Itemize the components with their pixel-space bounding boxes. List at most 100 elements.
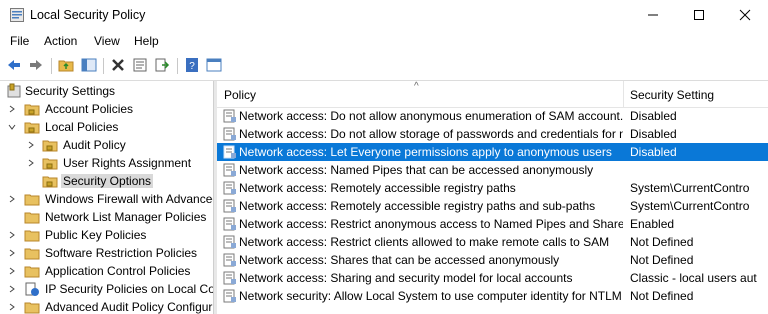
policy-row[interactable]: Network access: Named Pipes that can be … bbox=[217, 161, 768, 179]
chevron-right-icon[interactable] bbox=[26, 137, 36, 153]
title-bar: Local Security Policy bbox=[0, 0, 768, 30]
tree-item-advanced-audit-policy[interactable]: Advanced Audit Policy Configur bbox=[0, 298, 213, 314]
tree-item-security-settings[interactable]: Security Settings bbox=[0, 82, 213, 100]
policy-setting: Disabled bbox=[630, 127, 677, 141]
folder-icon bbox=[24, 230, 40, 242]
folder-icon bbox=[24, 266, 40, 278]
help-button[interactable]: ? bbox=[183, 56, 201, 74]
policy-setting: Not Defined bbox=[630, 289, 694, 303]
tree-item-account-policies[interactable]: Account Policies bbox=[0, 100, 213, 118]
tree-item-security-options[interactable]: Security Options bbox=[0, 172, 213, 190]
policy-icon bbox=[223, 217, 236, 231]
policy-row[interactable]: Network access: Sharing and security mod… bbox=[217, 269, 768, 287]
chevron-right-icon[interactable] bbox=[7, 245, 17, 261]
console-tree-icon bbox=[81, 58, 97, 72]
menu-file[interactable]: File bbox=[10, 34, 29, 48]
folder-lock-icon bbox=[24, 104, 40, 116]
folder-lock-icon bbox=[42, 176, 58, 188]
tree-item-label: Software Restriction Policies bbox=[45, 246, 198, 260]
export-list-icon bbox=[155, 58, 170, 72]
tree-item-label: Advanced Audit Policy Configur bbox=[45, 300, 213, 314]
policy-icon bbox=[223, 253, 236, 267]
maximize-icon bbox=[694, 10, 704, 20]
window-title: Local Security Policy bbox=[30, 8, 146, 22]
forward-button[interactable] bbox=[27, 56, 45, 74]
chevron-right-icon[interactable] bbox=[7, 191, 17, 207]
security-policy-app-icon bbox=[10, 8, 24, 22]
policy-setting: System\CurrentContro bbox=[630, 199, 750, 213]
policy-list: ^ Policy Security Setting Network access… bbox=[217, 81, 768, 314]
tree-item-label: User Rights Assignment bbox=[63, 156, 192, 170]
tree-item-ip-security-policies[interactable]: IP Security Policies on Local Co bbox=[0, 280, 213, 298]
tree-item-label: Security Options bbox=[61, 174, 154, 188]
back-button[interactable] bbox=[5, 56, 23, 74]
chevron-right-icon[interactable] bbox=[26, 155, 36, 171]
console-view-icon bbox=[206, 58, 222, 72]
folder-lock-icon bbox=[42, 158, 58, 170]
tree-item-network-list-manager[interactable]: Network List Manager Policies bbox=[0, 208, 213, 226]
toolbar: ? bbox=[0, 52, 768, 81]
column-divider[interactable] bbox=[623, 81, 624, 107]
folder-up-icon bbox=[58, 60, 74, 72]
menu-view[interactable]: View bbox=[94, 34, 120, 48]
close-icon bbox=[739, 9, 751, 21]
tree-item-local-policies[interactable]: Local Policies bbox=[0, 118, 213, 136]
chevron-right-icon[interactable] bbox=[7, 299, 17, 314]
close-button[interactable] bbox=[722, 0, 768, 30]
policy-icon bbox=[223, 145, 236, 159]
policy-row[interactable]: Network security: Allow Local System to … bbox=[217, 287, 768, 305]
menu-action[interactable]: Action bbox=[44, 34, 77, 48]
shield-icon bbox=[7, 83, 21, 98]
policy-name: Network access: Remotely accessible regi… bbox=[239, 181, 516, 195]
policy-setting: Disabled bbox=[630, 109, 677, 123]
delete-x-icon bbox=[112, 59, 124, 71]
minimize-icon bbox=[648, 14, 658, 16]
column-header-policy[interactable]: Policy bbox=[224, 88, 256, 102]
policy-setting: Not Defined bbox=[630, 253, 694, 267]
chevron-down-icon[interactable] bbox=[7, 119, 17, 135]
policy-name: Network access: Remotely accessible regi… bbox=[239, 199, 596, 213]
policy-row[interactable]: Network access: Restrict clients allowed… bbox=[217, 233, 768, 251]
tree-item-label: Windows Firewall with Advanced bbox=[45, 192, 213, 206]
chevron-right-icon[interactable] bbox=[7, 281, 17, 297]
chevron-right-icon[interactable] bbox=[7, 263, 17, 279]
chevron-right-icon[interactable] bbox=[7, 227, 17, 243]
tree-item-user-rights-assignment[interactable]: User Rights Assignment bbox=[0, 154, 213, 172]
folder-icon bbox=[24, 212, 40, 224]
up-one-level-button[interactable] bbox=[57, 56, 75, 74]
policy-row[interactable]: Network access: Remotely accessible regi… bbox=[217, 179, 768, 197]
policy-row[interactable]: Network access: Do not allow anonymous e… bbox=[217, 107, 768, 125]
toolbar-separator bbox=[177, 58, 178, 74]
show-hide-console-tree-button[interactable] bbox=[80, 56, 98, 74]
policy-name: Network security: Allow Local System to … bbox=[239, 289, 622, 303]
chevron-right-icon[interactable] bbox=[7, 101, 17, 117]
policy-row[interactable]: Network access: Do not allow storage of … bbox=[217, 125, 768, 143]
tree-item-audit-policy[interactable]: Audit Policy bbox=[0, 136, 213, 154]
properties-button[interactable] bbox=[131, 56, 149, 74]
policy-row[interactable]: Network access: Remotely accessible regi… bbox=[217, 197, 768, 215]
tree-item-software-restriction[interactable]: Software Restriction Policies bbox=[0, 244, 213, 262]
tree-item-application-control[interactable]: Application Control Policies bbox=[0, 262, 213, 280]
tree-item-windows-firewall[interactable]: Windows Firewall with Advanced bbox=[0, 190, 213, 208]
minimize-button[interactable] bbox=[630, 0, 676, 30]
console-tree: Security Settings Account Policies Local… bbox=[0, 81, 213, 314]
policy-icon bbox=[223, 181, 236, 195]
console-view-button[interactable] bbox=[205, 56, 223, 74]
ip-security-icon bbox=[25, 282, 39, 296]
column-header-security-setting[interactable]: Security Setting bbox=[630, 88, 714, 102]
toolbar-separator bbox=[103, 58, 104, 74]
export-list-button[interactable] bbox=[153, 56, 171, 74]
tree-item-public-key-policies[interactable]: Public Key Policies bbox=[0, 226, 213, 244]
policy-row-selected[interactable]: Network access: Let Everyone permissions… bbox=[217, 143, 768, 161]
policy-name: Network access: Restrict clients allowed… bbox=[239, 235, 610, 249]
policy-icon bbox=[223, 163, 236, 177]
folder-icon bbox=[24, 302, 40, 314]
policy-row[interactable]: Network access: Restrict anonymous acces… bbox=[217, 215, 768, 233]
folder-lock-icon bbox=[24, 122, 40, 134]
policy-row[interactable]: Network access: Shares that can be acces… bbox=[217, 251, 768, 269]
folder-lock-icon bbox=[42, 140, 58, 152]
policy-name: Network access: Named Pipes that can be … bbox=[239, 163, 594, 177]
maximize-button[interactable] bbox=[676, 0, 722, 30]
delete-button[interactable] bbox=[109, 56, 127, 74]
menu-help[interactable]: Help bbox=[134, 34, 159, 48]
